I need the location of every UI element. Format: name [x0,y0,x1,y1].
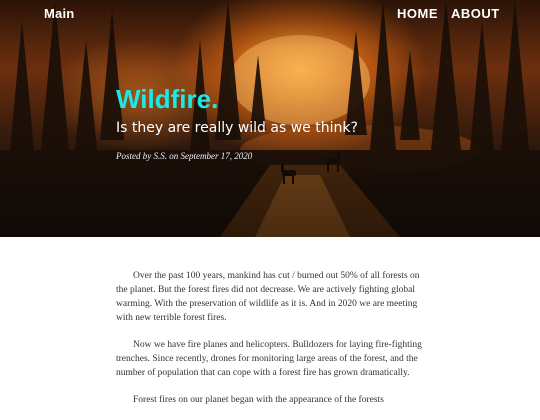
article-paragraph: Over the past 100 years, mankind has cut… [116,271,420,323]
article-paragraph: Now we have fire planes and helicopters.… [116,340,422,378]
top-navbar: Main HOME ABOUT [0,0,540,30]
brand-link[interactable]: Main [44,6,74,21]
hero-header: Main HOME ABOUT Wildfire. Is they are re… [0,0,540,237]
article-body: Over the past 100 years, mankind has cut… [116,269,422,420]
post-heading: Wildfire. Is they are really wild as we … [116,84,358,161]
post-meta: Posted by S.S. on September 17, 2020 [116,151,253,161]
post-subtitle: Is they are really wild as we think? [116,120,358,136]
nav-about-link[interactable]: ABOUT [451,6,500,21]
post-title: Wildfire. [116,84,219,114]
nav-home-link[interactable]: HOME [397,6,438,21]
